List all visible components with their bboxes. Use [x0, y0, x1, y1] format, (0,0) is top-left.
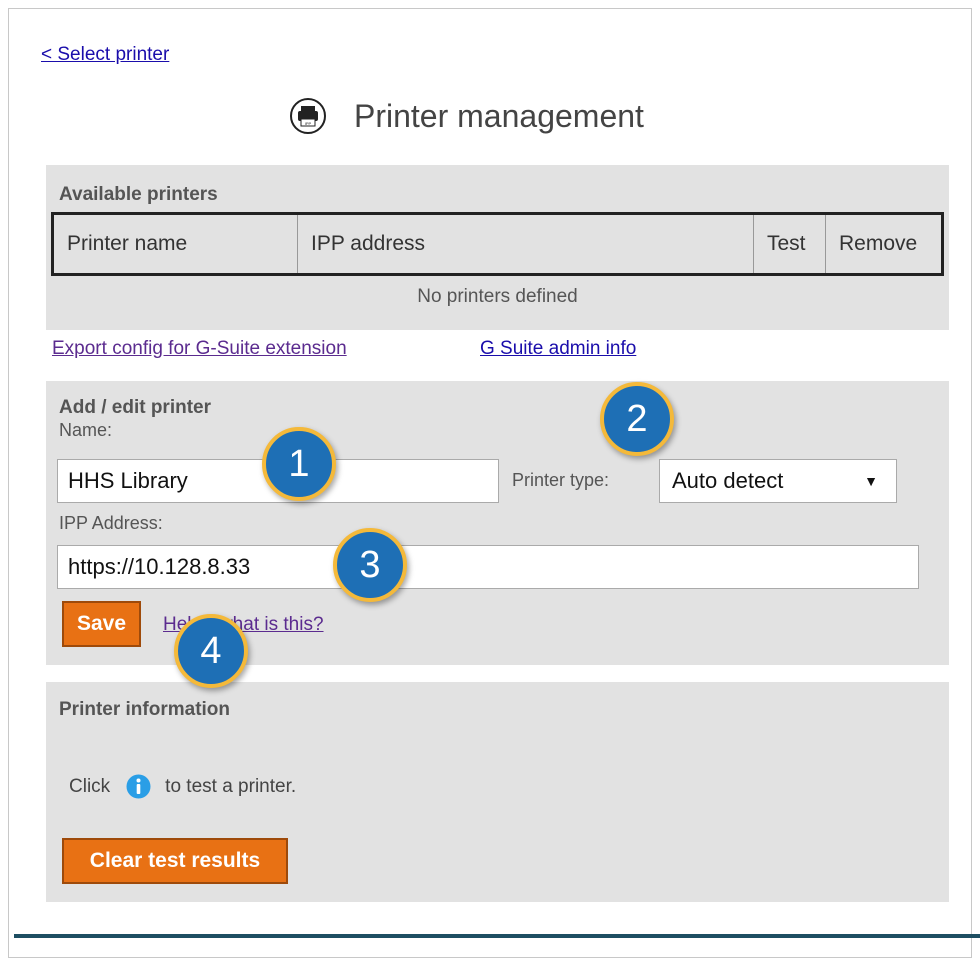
page-title-text: Printer management: [354, 97, 644, 134]
printer-information-heading: Printer information: [59, 699, 231, 720]
name-label: Name:: [59, 420, 113, 440]
callout-badge-3: 3: [333, 528, 407, 602]
page-title: IPP Printer management: [290, 94, 644, 138]
dropdown-arrow-icon: ▼: [864, 473, 878, 489]
col-printer-name[interactable]: Printer name: [54, 215, 297, 273]
export-config-link[interactable]: Export config for G-Suite extension: [52, 338, 347, 360]
save-button[interactable]: Save: [62, 601, 141, 647]
bottom-divider: [14, 934, 980, 938]
col-remove[interactable]: Remove: [825, 215, 941, 273]
empty-printers-message: No printers defined: [417, 286, 578, 307]
callout-badge-1: 1: [262, 427, 336, 501]
printer-type-label: Printer type:: [512, 470, 610, 490]
printer-type-value: Auto detect: [672, 468, 784, 493]
ipp-address-field[interactable]: https://10.128.8.33: [57, 545, 919, 589]
col-ipp-address[interactable]: IPP address: [297, 215, 753, 273]
available-printers-heading: Available printers: [59, 184, 218, 205]
add-edit-heading: Add / edit printer: [59, 397, 211, 418]
printer-type-select[interactable]: Auto detect ▼: [659, 459, 897, 503]
svg-text:IPP: IPP: [305, 121, 312, 126]
info-icon: [126, 774, 151, 799]
col-test[interactable]: Test: [753, 215, 825, 273]
gsuite-admin-info-link[interactable]: G Suite admin info: [480, 338, 636, 360]
hint-text-after: to test a printer.: [165, 775, 297, 797]
clear-test-results-button[interactable]: Clear test results: [62, 838, 288, 884]
callout-badge-2: 2: [600, 382, 674, 456]
callout-badge-4: 4: [174, 614, 248, 688]
available-printers-panel: Available printers Printer name IPP addr…: [46, 165, 949, 330]
printers-table-header: Printer name IPP address Test Remove: [51, 212, 944, 276]
select-printer-link[interactable]: < Select printer: [41, 44, 169, 66]
hint-text-before: Click: [69, 775, 111, 797]
test-hint: Click to test a printer.: [69, 774, 296, 799]
ipp-address-label: IPP Address:: [59, 513, 163, 533]
printer-icon: IPP: [290, 98, 326, 134]
